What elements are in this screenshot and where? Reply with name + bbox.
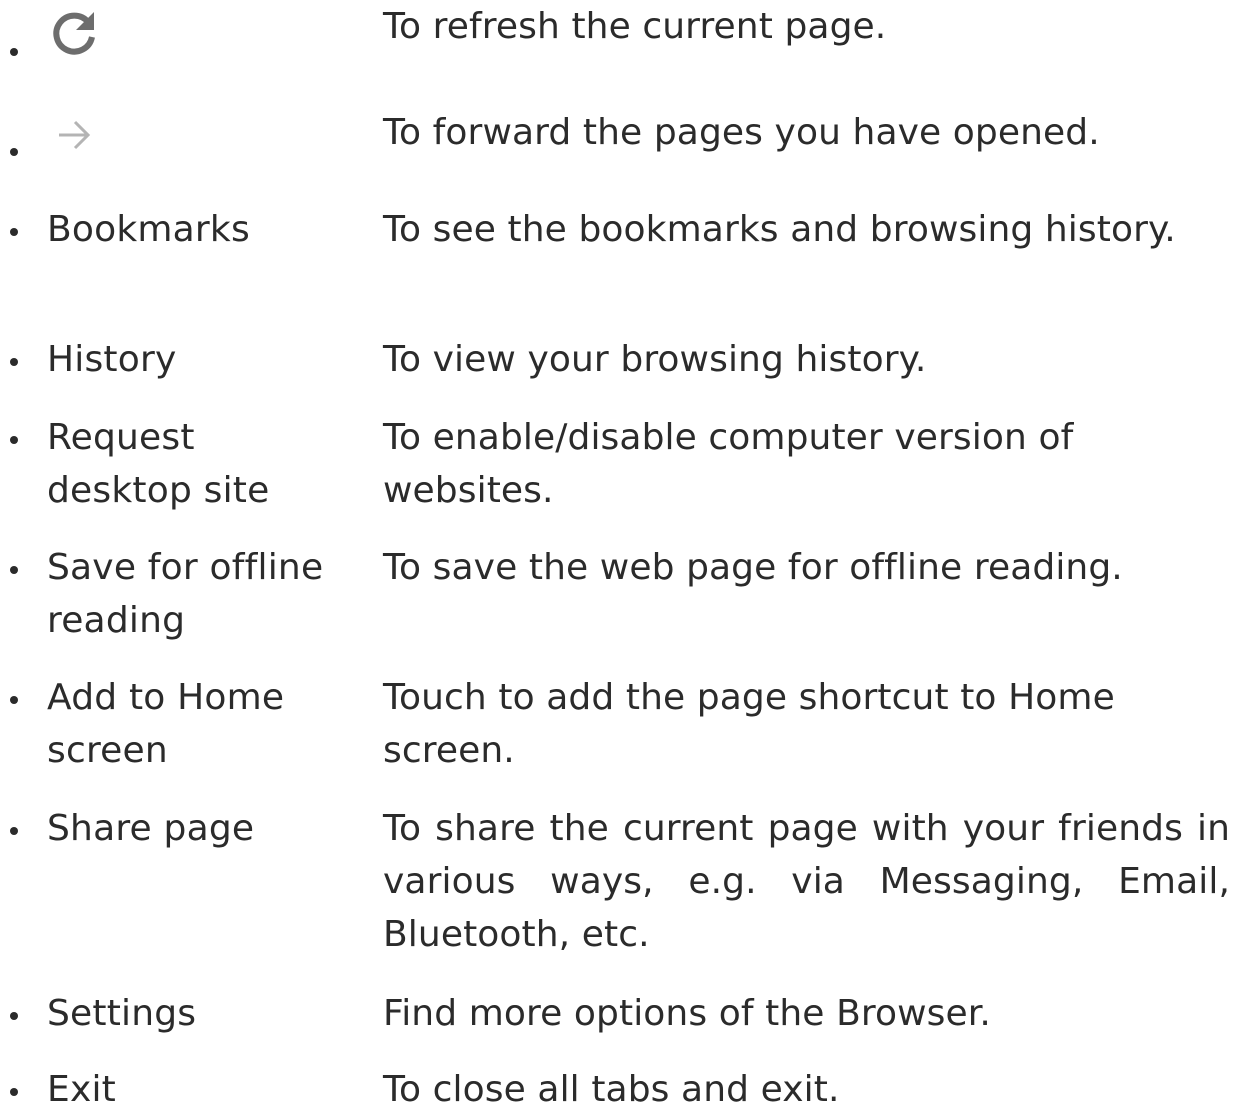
bullet (10, 228, 18, 236)
bullet (10, 48, 18, 56)
refresh-icon (47, 6, 103, 62)
bookmarks-description: To see the bookmarks and browsing histor… (383, 209, 1176, 250)
bullet (10, 436, 18, 444)
history-description: To view your browsing history. (383, 339, 927, 380)
term-share-page: Share page (47, 808, 255, 849)
bullet (10, 827, 18, 835)
refresh-description: To refresh the current page. (383, 6, 887, 47)
arrow-forward-icon (47, 108, 103, 164)
term-settings: Settings (47, 993, 197, 1034)
term-save-offline: Save for offline reading (47, 547, 324, 641)
term-request-desktop-site: Request desktop site (47, 417, 270, 511)
save-offline-description: To save the web page for offline reading… (383, 547, 1123, 588)
term-exit: Exit (47, 1069, 116, 1110)
add-to-home-description: Touch to add the page shortcut to Home s… (383, 677, 1115, 771)
term-bookmarks: Bookmarks (47, 209, 250, 250)
forward-description: To forward the pages you have opened. (383, 112, 1100, 153)
share-page-description: To share the current page with your frie… (383, 808, 1230, 955)
bullet (10, 566, 18, 574)
request-desktop-site-description: To enable/disable computer version of we… (383, 417, 1074, 511)
term-add-to-home: Add to Home screen (47, 677, 285, 771)
bullet (10, 358, 18, 366)
browser-options-list: To refresh the current page. To forward … (0, 0, 1239, 1110)
exit-description: To close all tabs and exit. (383, 1069, 840, 1110)
bullet (10, 1088, 18, 1096)
bullet (10, 696, 18, 704)
bullet (10, 148, 18, 156)
bullet (10, 1012, 18, 1020)
settings-description: Find more options of the Browser. (383, 993, 991, 1034)
term-history: History (47, 339, 177, 380)
